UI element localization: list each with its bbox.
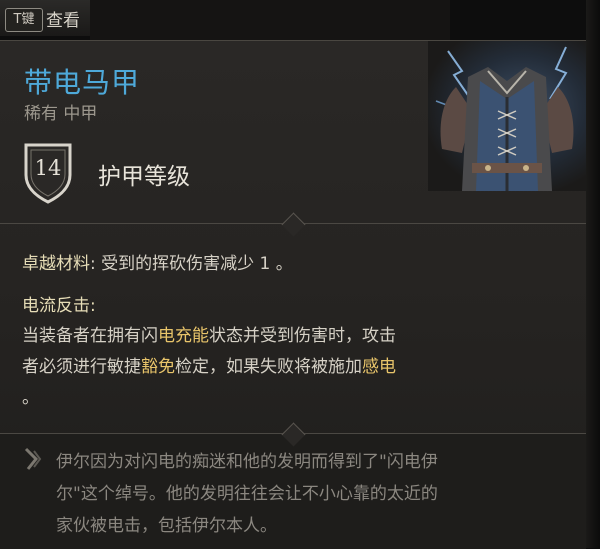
divider-notch [281, 212, 306, 237]
item-portrait [428, 41, 586, 191]
ability-text: 当装备者在拥有闪 [22, 326, 158, 346]
ability-title: 电流反击: [22, 291, 96, 316]
superior-material-text: : 受到的挥砍伤害减少 1 。 [90, 254, 293, 274]
panel-edge [586, 0, 600, 548]
item-name: 带电马甲 [24, 66, 141, 99]
ability-description-line: 者必须进行敏捷豁免检定，如果失败将被施加感电 [22, 352, 396, 377]
armor-class-value: 14 [34, 156, 62, 180]
superior-material-line: 卓越材料: 受到的挥砍伤害减少 1 。 [22, 249, 293, 274]
inspect-label: 查看 [46, 11, 80, 31]
lightning-charge-keyword[interactable]: 电充能 [158, 326, 209, 346]
superior-material-label: 卓越材料 [22, 254, 90, 274]
lore-section: 伊尔因为对闪电的痴迷和他的发明而得到了"闪电伊 尔"这个绰号。他的发明往往会让不… [0, 433, 586, 549]
quill-icon [24, 447, 42, 470]
lore-text-line: 尔"这个绰号。他的发明往往会让不小心靠的太近的 [56, 484, 438, 504]
ability-description-line: 。 [22, 383, 39, 408]
saving-throw-keyword[interactable]: 豁免 [141, 357, 175, 377]
top-strip [90, 0, 450, 40]
item-rarity-type: 稀有 中甲 [24, 104, 98, 124]
armor-class-label: 护甲等级 [98, 164, 190, 190]
lore-text-line: 伊尔因为对闪电的痴迷和他的发明而得到了"闪电伊 [56, 452, 438, 472]
armor-class-shield: 14 [20, 139, 76, 205]
ability-text: 。 [22, 388, 39, 408]
ability-text: 状态并受到伤害时，攻击 [209, 326, 396, 346]
ability-text: 者必须进行敏捷 [22, 357, 141, 377]
ability-text: 检定，如果失败将被施加 [175, 357, 362, 377]
shocked-keyword[interactable]: 感电 [362, 357, 396, 377]
inspect-tab[interactable]: T键 查看 [0, 0, 91, 36]
ability-description-line: 当装备者在拥有闪电充能状态并受到伤害时，攻击 [22, 321, 396, 346]
lore-text-line: 家伙被电击，包括伊尔本人。 [56, 516, 277, 536]
item-tooltip-panel: 带电马甲 稀有 中甲 14 护甲等级 卓越材料: 受到的挥砍伤害减少 1 。 电… [0, 40, 586, 549]
keybind-badge: T键 [5, 8, 43, 32]
vest-icon [435, 46, 574, 191]
ability-title-text: 电流反击: [22, 296, 96, 316]
